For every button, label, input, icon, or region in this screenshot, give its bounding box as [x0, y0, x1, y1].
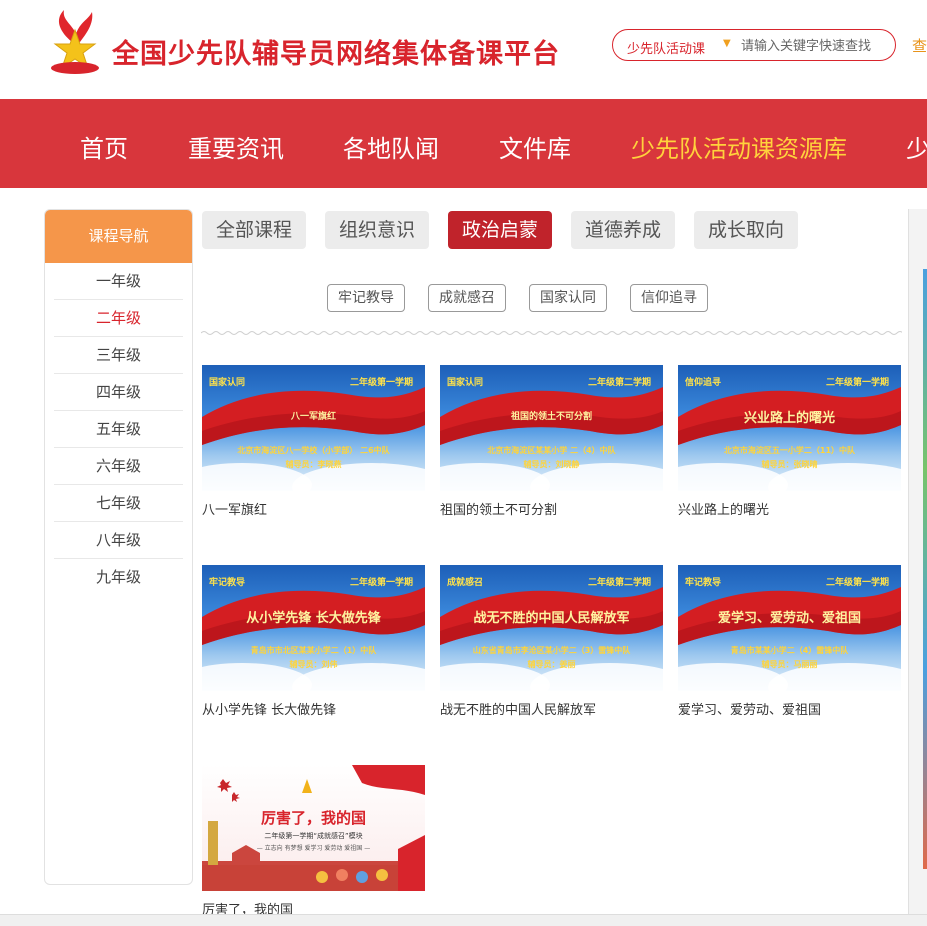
- grade-item[interactable]: 九年级: [54, 559, 183, 596]
- thumb-title: 祖国的领土不可分割: [510, 412, 592, 422]
- flag-and-tiananmen-icon: [202, 765, 425, 891]
- thumb-category: 成就感召: [447, 578, 484, 588]
- thumb-teacher: 辅导员：张晓晴: [761, 460, 818, 469]
- grade-item-active[interactable]: 二年级: [54, 300, 183, 337]
- course-card[interactable]: 成就感召 二年级第二学期 战无不胜的中国人民解放军 山东省青岛市李沧区某小学二（…: [440, 565, 663, 718]
- grade-item[interactable]: 八年级: [54, 522, 183, 559]
- tab-organization[interactable]: 组织意识: [325, 211, 430, 249]
- course-thumbnail: 牢记教导 二年级第一学期 从小学先锋 长大做先锋 青岛市市北区某某小学二（1）中…: [202, 565, 425, 691]
- subtab-achievement[interactable]: 成就感召: [428, 284, 506, 312]
- thumb-title: 八一军旗红: [290, 412, 336, 422]
- thumb-title: 厉害了，我的国: [260, 809, 366, 827]
- course-card[interactable]: 国家认同 二年级第一学期 八一军旗红 北京市海淀区八一学校（小学部） 二6中队 …: [202, 365, 425, 518]
- thumb-school: 北京市海淀区五一小学二（11）中队: [723, 446, 856, 455]
- thumb-category: 牢记教导: [685, 578, 722, 588]
- course-thumbnail: 国家认同 二年级第一学期 八一军旗红 北京市海淀区八一学校（小学部） 二6中队 …: [202, 365, 425, 491]
- course-thumbnail: 牢记教导 二年级第一学期 爱学习、爱劳动、爱祖国 青岛市某某小学二（4）雷锋中队…: [678, 565, 901, 691]
- course-caption[interactable]: 八一军旗红: [202, 499, 425, 518]
- side-banner-strip: [923, 269, 927, 869]
- thumb-school: 北京市海淀区某某小学 二（4）中队: [487, 446, 616, 455]
- thumb-slogan: — 立志向 有梦想 爱学习 爱劳动 爱祖国 —: [256, 845, 371, 852]
- grade-item[interactable]: 三年级: [54, 337, 183, 374]
- course-card[interactable]: 牢记教导 二年级第一学期 从小学先锋 长大做先锋 青岛市市北区某某小学二（1）中…: [202, 565, 425, 718]
- thumb-title: 从小学先锋 长大做先锋: [246, 611, 381, 626]
- course-caption[interactable]: 爱学习、爱劳动、爱祖国: [678, 699, 901, 718]
- thumb-subtitle: 二年级第一学期“成就感召”模块: [264, 832, 363, 840]
- thumb-school: 北京市海淀区八一学校（小学部） 二6中队: [237, 446, 390, 455]
- course-caption[interactable]: 战无不胜的中国人民解放军: [440, 699, 663, 718]
- tab-growth[interactable]: 成长取向: [694, 211, 799, 249]
- thumb-category: 信仰追寻: [685, 378, 722, 388]
- thumb-term: 二年级第一学期: [825, 378, 889, 388]
- course-card[interactable]: 国家认同 二年级第二学期 祖国的领土不可分割 北京市海淀区某某小学 二（4）中队…: [440, 365, 663, 518]
- thumb-teacher: 辅导员：姜丽: [527, 660, 576, 669]
- tab-moral[interactable]: 道德养成: [571, 211, 676, 249]
- right-side-panel: [908, 209, 927, 914]
- thumb-school: 山东省青岛市李沧区某小学二（3）雷锋中队: [472, 646, 631, 655]
- course-caption[interactable]: 兴业路上的曙光: [678, 499, 901, 518]
- tab-all-courses[interactable]: 全部课程: [202, 211, 307, 249]
- thumb-teacher: 辅导员：马丽丽: [761, 660, 818, 669]
- nav-item-news[interactable]: 重要资讯: [188, 129, 284, 164]
- thumb-title: 爱学习、爱劳动、爱祖国: [717, 611, 861, 626]
- search-box: 少先队活动课 ▼: [612, 29, 896, 61]
- thumb-term: 二年级第一学期: [825, 578, 889, 588]
- nav-item-more[interactable]: 少: [906, 129, 927, 164]
- page: 全国少先队辅导员网络集体备课平台 少先队活动课 ▼ 查 首页 重要资讯 各地队闻…: [0, 0, 927, 926]
- search-category-select[interactable]: 少先队活动课: [627, 38, 705, 57]
- thumb-school: 青岛市某某小学二（4）雷锋中队: [730, 646, 849, 655]
- search-input[interactable]: [741, 35, 889, 57]
- grade-list: 一年级 二年级 三年级 四年级 五年级 六年级 七年级 八年级 九年级: [45, 263, 192, 596]
- course-thumbnail: 国家认同 二年级第二学期 祖国的领土不可分割 北京市海淀区某某小学 二（4）中队…: [440, 365, 663, 491]
- thumb-school: 青岛市市北区某某小学二（1）中队: [250, 646, 377, 655]
- nav-item-file-library[interactable]: 文件库: [499, 129, 571, 164]
- grade-item[interactable]: 七年级: [54, 485, 183, 522]
- course-nav-sidebar: 课程导航 一年级 二年级 三年级 四年级 五年级 六年级 七年级 八年级 九年级: [44, 209, 193, 885]
- thumb-term: 二年级第一学期: [349, 578, 413, 588]
- course-thumbnail: 信仰追寻 二年级第一学期 兴业路上的曙光 北京市海淀区五一小学二（11）中队 辅…: [678, 365, 901, 491]
- search-button[interactable]: 查: [912, 35, 927, 56]
- thumb-teacher: 辅导员：刘伟: [289, 660, 338, 669]
- sidebar-title: 课程导航: [45, 210, 192, 263]
- course-thumbnail: 厉害了，我的国 二年级第一学期“成就感召”模块 — 立志向 有梦想 爱学习 爱劳…: [202, 765, 425, 891]
- subtab-national-identity[interactable]: 国家认同: [529, 284, 607, 312]
- course-card[interactable]: 信仰追寻 二年级第一学期 兴业路上的曙光 北京市海淀区五一小学二（11）中队 辅…: [678, 365, 901, 518]
- tab-political-enlightenment[interactable]: 政治启蒙: [448, 211, 553, 249]
- course-caption[interactable]: 从小学先锋 长大做先锋: [202, 699, 425, 718]
- chevron-down-icon[interactable]: ▼: [723, 38, 731, 49]
- grade-item[interactable]: 六年级: [54, 448, 183, 485]
- thumb-term: 二年级第二学期: [587, 578, 651, 588]
- grade-item[interactable]: 一年级: [54, 263, 183, 300]
- young-pioneers-badge-logo[interactable]: [42, 6, 108, 80]
- course-card[interactable]: 厉害了，我的国 二年级第一学期“成就感召”模块 — 立志向 有梦想 爱学习 爱劳…: [202, 765, 425, 918]
- subtab-teaching[interactable]: 牢记教导: [327, 284, 405, 312]
- course-thumbnail: 成就感召 二年级第二学期 战无不胜的中国人民解放军 山东省青岛市李沧区某小学二（…: [440, 565, 663, 691]
- course-card[interactable]: 牢记教导 二年级第一学期 爱学习、爱劳动、爱祖国 青岛市某某小学二（4）雷锋中队…: [678, 565, 901, 718]
- nav-item-local-news[interactable]: 各地队闻: [343, 129, 439, 164]
- thumb-category: 牢记教导: [209, 578, 246, 588]
- course-caption[interactable]: 祖国的领土不可分割: [440, 499, 663, 518]
- grade-item[interactable]: 五年级: [54, 411, 183, 448]
- site-title: 全国少先队辅导员网络集体备课平台: [112, 39, 560, 70]
- thumb-title: 战无不胜的中国人民解放军: [473, 611, 630, 626]
- thumb-teacher: 辅导员：刘晓静: [523, 460, 580, 469]
- site-header: 全国少先队辅导员网络集体备课平台 少先队活动课 ▼ 查: [0, 0, 927, 99]
- wavy-divider: [201, 331, 902, 335]
- thumb-term: 二年级第二学期: [587, 378, 651, 388]
- nav-item-activity-resources[interactable]: 少先队活动课资源库: [631, 129, 847, 164]
- thumb-teacher: 辅导员：李晓燕: [285, 460, 342, 469]
- thumb-term: 二年级第一学期: [349, 378, 413, 388]
- horizontal-scrollbar[interactable]: [0, 914, 927, 926]
- subtab-faith[interactable]: 信仰追寻: [630, 284, 708, 312]
- thumb-category: 国家认同: [209, 378, 246, 388]
- thumb-title: 兴业路上的曙光: [743, 411, 835, 426]
- main-nav: 首页 重要资讯 各地队闻 文件库 少先队活动课资源库 少: [0, 99, 927, 188]
- nav-item-home[interactable]: 首页: [80, 129, 128, 164]
- thumb-category: 国家认同: [447, 378, 484, 388]
- grade-item[interactable]: 四年级: [54, 374, 183, 411]
